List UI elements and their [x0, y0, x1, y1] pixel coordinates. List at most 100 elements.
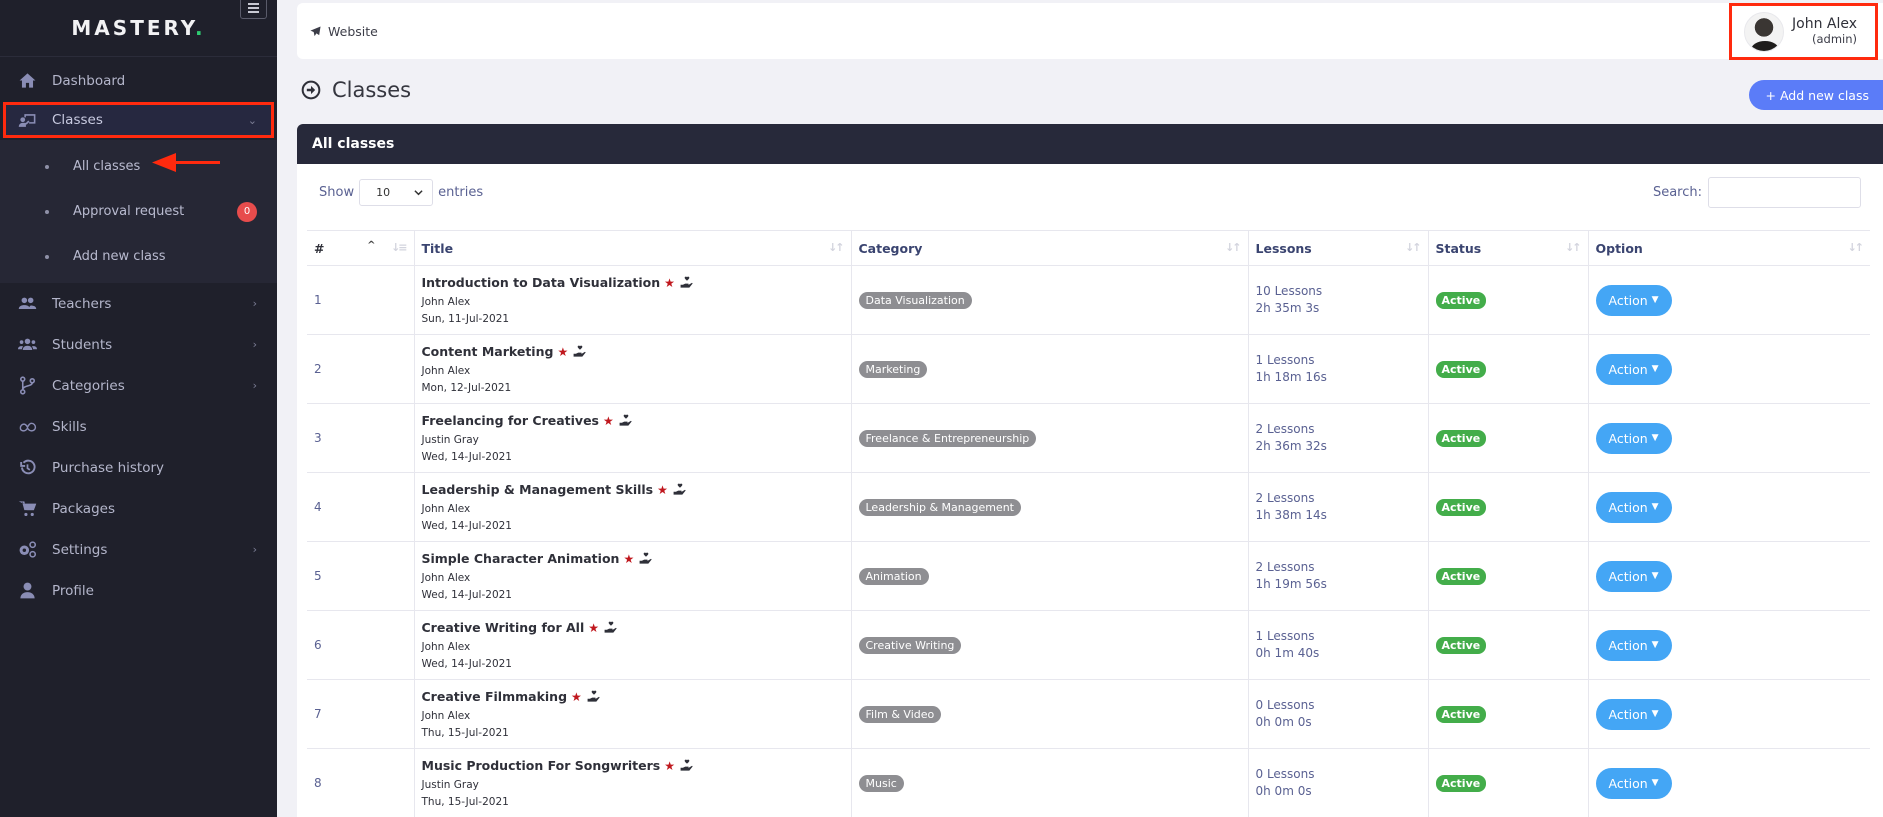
brand-logo[interactable]: MASTERY. — [71, 16, 205, 40]
option-cell: Action ▼ — [1588, 472, 1870, 542]
class-title[interactable]: Content Marketing — [422, 344, 554, 359]
sidebar-toggle-button[interactable] — [240, 0, 267, 19]
infinity-icon — [17, 417, 37, 437]
lesson-duration: 0h 0m 0s — [1255, 784, 1312, 798]
column-header-option[interactable]: Option ↓↑ — [1588, 230, 1870, 266]
sidebar-item-packages[interactable]: Packages — [0, 488, 277, 529]
sidebar-item-students[interactable]: Students › — [0, 324, 277, 365]
category-cell: Marketing — [851, 334, 1249, 404]
row-number-text: 2 — [314, 362, 322, 376]
sidebar-item-label: Students — [52, 336, 113, 353]
lessons-cell: 1 Lessons 0h 1m 40s — [1248, 610, 1429, 680]
action-dropdown-button[interactable]: Action ▼ — [1595, 560, 1672, 592]
table-row: 2 Content Marketing ★ John Alex Mon, 12-J… — [307, 334, 1870, 404]
action-label: Action — [1608, 430, 1648, 446]
bullet-icon — [45, 254, 49, 259]
featured-star-icon: ★ — [623, 551, 635, 566]
class-title[interactable]: Simple Character Animation — [422, 551, 620, 566]
sidebar-item-categories[interactable]: Categories › — [0, 365, 277, 406]
column-header-category[interactable]: Category ↓↑ — [851, 230, 1249, 266]
lesson-count: 10 Lessons — [1255, 284, 1323, 298]
row-number: 2 — [307, 334, 415, 404]
page-title-text: Classes — [332, 78, 412, 102]
submenu-item-all-classes[interactable]: All classes — [0, 144, 277, 189]
title-cell: Creative Writing for All ★ John Alex Wed,… — [414, 610, 852, 680]
caret-down-icon: ▼ — [1651, 295, 1659, 305]
row-number: 4 — [307, 472, 415, 542]
home-icon — [17, 71, 37, 91]
class-title[interactable]: Creative Filmmaking — [422, 689, 568, 704]
sidebar-item-skills[interactable]: Skills — [0, 406, 277, 447]
title-cell: Freelancing for Creatives ★ Justin Gray W… — [414, 403, 852, 473]
class-title[interactable]: Creative Writing for All — [422, 620, 585, 635]
action-dropdown-button[interactable]: Action ▼ — [1595, 353, 1672, 385]
caret-down-icon: ▼ — [1651, 709, 1659, 719]
sidebar-item-label: Classes — [52, 112, 103, 128]
hamburger-line — [248, 11, 259, 13]
sidebar-item-dashboard[interactable]: Dashboard — [0, 60, 277, 101]
action-label: Action — [1608, 568, 1648, 584]
sidebar-item-profile[interactable]: Profile — [0, 570, 277, 611]
website-link[interactable]: Website — [310, 24, 378, 39]
sort-icon: ↓≡ — [391, 241, 408, 254]
action-dropdown-button[interactable]: Action ▼ — [1595, 698, 1672, 730]
code-branch-icon — [17, 376, 37, 396]
user-menu[interactable]: John Alex (admin) — [1729, 3, 1878, 60]
lessons-cell: 2 Lessons 1h 19m 56s — [1248, 541, 1429, 611]
lesson-count: 1 Lessons — [1255, 629, 1315, 643]
hand-holding-heart-icon — [673, 483, 686, 495]
action-dropdown-button[interactable]: Action ▼ — [1595, 767, 1672, 799]
action-label: Action — [1608, 706, 1648, 722]
sidebar: MASTERY. Dashboard Classes ⌄ All classes… — [0, 0, 277, 817]
search-input[interactable] — [1708, 177, 1861, 208]
class-author: John Alex — [421, 641, 471, 653]
option-cell: Action ▼ — [1588, 748, 1870, 817]
lesson-count: 0 Lessons — [1255, 767, 1315, 781]
sidebar-item-settings[interactable]: Settings › — [0, 529, 277, 570]
category-badge: Music — [858, 774, 904, 792]
sidebar-item-teachers[interactable]: Teachers › — [0, 283, 277, 324]
column-header-title[interactable]: Title ↓↑ — [414, 230, 852, 266]
action-dropdown-button[interactable]: Action ▼ — [1595, 284, 1672, 316]
entries-label: entries — [438, 185, 484, 200]
category-cell: Film & Video — [851, 679, 1249, 749]
paper-plane-icon — [310, 25, 321, 36]
action-dropdown-button[interactable]: Action ▼ — [1595, 491, 1672, 523]
lessons-cell: 10 Lessons 2h 35m 3s — [1248, 265, 1429, 335]
hand-holding-heart-icon — [604, 621, 617, 633]
category-cell: Data Visualization — [851, 265, 1249, 335]
category-badge: Marketing — [858, 360, 928, 378]
class-title[interactable]: Freelancing for Creatives — [422, 413, 600, 428]
action-dropdown-button[interactable]: Action ▼ — [1595, 629, 1672, 661]
category-cell: Animation — [851, 541, 1249, 611]
caret-down-icon: ▼ — [1651, 571, 1659, 581]
table-row: 8 Music Production For Songwriters ★ Just… — [307, 748, 1870, 817]
search-label: Search: — [1652, 185, 1702, 200]
status-badge: Active — [1435, 774, 1487, 792]
lesson-duration: 2h 36m 32s — [1255, 439, 1327, 453]
submenu-item-add-new-class[interactable]: Add new class — [0, 234, 277, 279]
page-size-select[interactable]: 10 — [359, 179, 434, 206]
submenu-item-approval-request[interactable]: Approval request 0 — [0, 189, 277, 234]
chevron-down-icon — [414, 190, 423, 196]
status-badge: Active — [1435, 429, 1487, 447]
class-title[interactable]: Leadership & Management Skills — [422, 482, 654, 497]
add-new-class-button[interactable]: + Add new class — [1748, 80, 1883, 110]
hand-holding-heart-icon — [680, 759, 693, 771]
sidebar-item-classes[interactable]: Classes ⌄ — [3, 102, 274, 138]
class-date: Wed, 14-Jul-2021 — [421, 520, 512, 532]
action-dropdown-button[interactable]: Action ▼ — [1595, 422, 1672, 454]
category-badge: Creative Writing — [858, 636, 962, 654]
column-header-lessons[interactable]: Lessons ↓↑ — [1248, 230, 1429, 266]
class-title[interactable]: Introduction to Data Visualization — [422, 275, 661, 290]
sidebar-item-purchase-history[interactable]: Purchase history — [0, 447, 277, 488]
row-number-text: 8 — [314, 776, 322, 790]
column-header-number[interactable]: # ^ ↓≡ — [307, 230, 415, 266]
card-title: All classes — [297, 124, 1883, 164]
column-header-status[interactable]: Status ↓↑ — [1428, 230, 1589, 266]
action-label: Action — [1608, 499, 1648, 515]
sidebar-item-label: Categories — [52, 377, 125, 394]
search-control: Search: — [1653, 177, 1861, 208]
class-title[interactable]: Music Production For Songwriters — [422, 758, 661, 773]
page-size-control: Show 10 entries — [319, 179, 483, 206]
